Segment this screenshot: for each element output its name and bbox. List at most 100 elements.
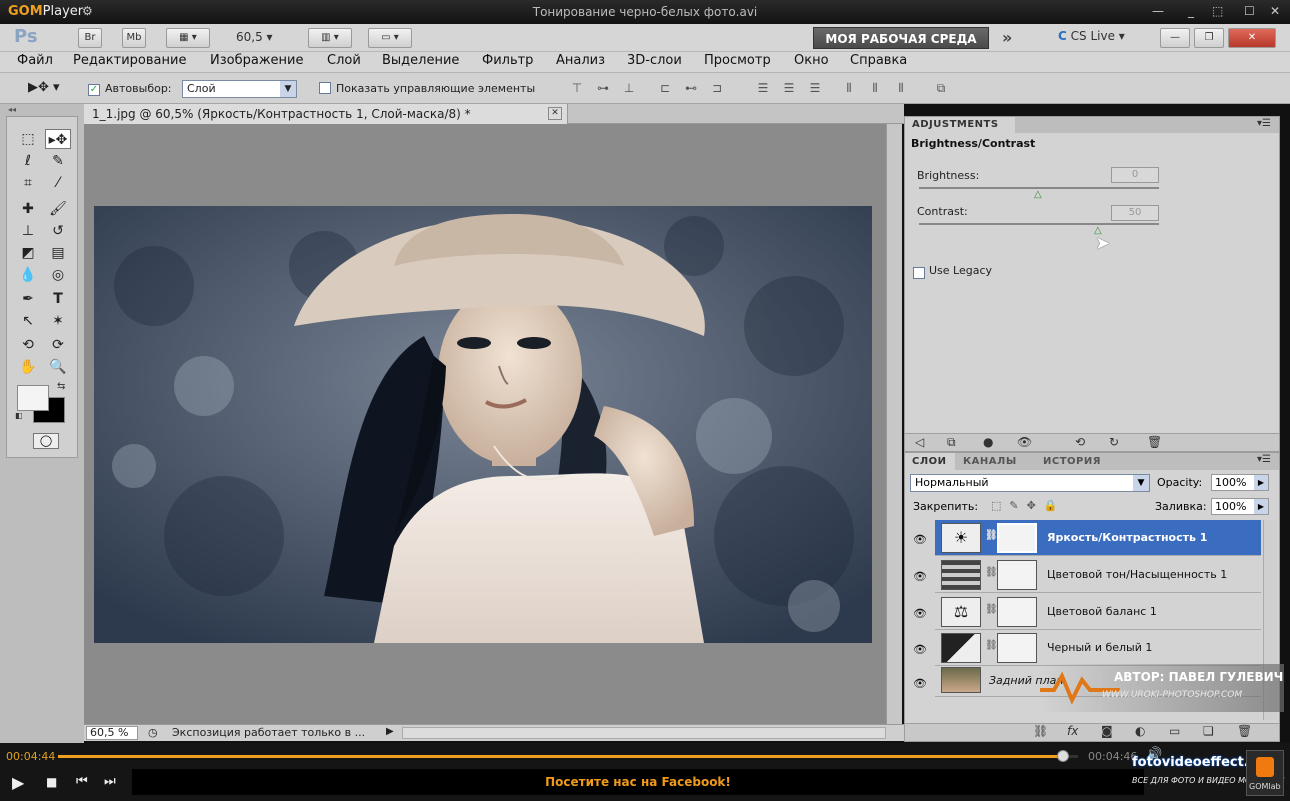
play-icon[interactable]: ▶ — [12, 773, 24, 792]
type-tool-icon[interactable]: T — [45, 289, 71, 309]
status-zoom[interactable]: 60,5 % — [86, 726, 138, 740]
visibility-eye-icon[interactable]: 👁 — [913, 677, 929, 690]
menu-layer[interactable]: Слой — [327, 53, 361, 68]
menu-help[interactable]: Справка — [850, 53, 907, 68]
minibridge-button[interactable]: Mb — [122, 28, 146, 48]
brush-tool-icon[interactable]: 🖌 — [45, 199, 71, 219]
new-adjustment-icon[interactable]: ◐ — [1135, 724, 1145, 738]
reset-icon[interactable]: ↻ — [1109, 435, 1119, 449]
workspace-more-icon[interactable]: » — [1002, 28, 1012, 47]
autoselect-dropdown[interactable]: Слой ▼ — [182, 80, 297, 98]
align-right-icon[interactable]: ⊐ — [708, 81, 726, 95]
move-tool-icon[interactable]: ▸✥ — [45, 129, 71, 149]
distribute-vcenter-icon[interactable]: ☰ — [780, 81, 798, 95]
blend-mode-dropdown[interactable]: Нормальный ▼ — [910, 474, 1150, 492]
layer-mask-thumb[interactable] — [997, 523, 1037, 553]
dodge-tool-icon[interactable]: ◎ — [45, 265, 71, 285]
lasso-tool-icon[interactable]: ℓ — [15, 151, 41, 171]
foreground-color-swatch[interactable] — [17, 385, 49, 411]
blur-tool-icon[interactable]: 💧 — [15, 265, 41, 285]
layer-row-brightness[interactable]: ☀ ⛓ Яркость/Контрастность 1 — [935, 520, 1261, 556]
tab-history[interactable]: ИСТОРИЯ — [1043, 453, 1101, 470]
menu-edit[interactable]: Редактирование — [73, 53, 186, 68]
link-layers-icon[interactable]: ⛓ — [1033, 724, 1048, 738]
next-icon[interactable]: ⏭ — [104, 774, 116, 789]
layer-row-balance[interactable]: ⚖ ⛓ Цветовой баланс 1 — [935, 594, 1261, 630]
zoom-tool-icon[interactable]: 🔍 — [45, 357, 71, 377]
brightness-slider-thumb[interactable]: △ — [1034, 189, 1042, 200]
menu-analysis[interactable]: Анализ — [556, 53, 605, 68]
path-select-tool-icon[interactable]: ↖ — [15, 311, 41, 331]
screen-mode-button[interactable]: ▭ ▾ — [368, 28, 412, 48]
use-legacy-checkbox[interactable] — [913, 264, 925, 283]
cs-live-menu[interactable]: C CS Live ▾ — [1058, 29, 1125, 43]
visibility-eye-icon[interactable]: 👁 — [913, 643, 929, 656]
eraser-tool-icon[interactable]: ◩ — [15, 243, 41, 263]
quick-select-tool-icon[interactable]: ✎ — [45, 151, 71, 171]
prev-icon[interactable]: ⏮ — [76, 774, 88, 789]
ps-restore-button[interactable]: ❐ — [1194, 28, 1224, 48]
crop-tool-icon[interactable]: ⌗ — [15, 173, 41, 193]
contrast-slider-track[interactable] — [919, 223, 1159, 225]
marquee-tool-icon[interactable]: ⬚ — [15, 129, 41, 149]
shape-tool-icon[interactable]: ✶ — [45, 311, 71, 331]
clone-stamp-tool-icon[interactable]: ⊥ — [15, 221, 41, 241]
gradient-tool-icon[interactable]: ▤ — [45, 243, 71, 263]
link-icon[interactable]: ⛓ — [985, 567, 998, 578]
menu-file[interactable]: Файл — [17, 53, 53, 68]
align-left-icon[interactable]: ⊏ — [656, 81, 674, 95]
compact-icon[interactable]: ⬚ — [1212, 4, 1223, 18]
hand-tool-icon[interactable]: ✋ — [15, 357, 41, 377]
menu-filter[interactable]: Фильтр — [482, 53, 533, 68]
move-tool-preset-icon[interactable]: ▶✥ ▾ — [28, 80, 60, 95]
auto-align-icon[interactable]: ⧉ — [932, 81, 950, 95]
link-icon[interactable]: ⛓ — [985, 604, 998, 615]
menu-select[interactable]: Выделение — [382, 53, 459, 68]
new-group-icon[interactable]: ▭ — [1169, 724, 1180, 738]
align-bottom-icon[interactable]: ⊥ — [620, 81, 638, 95]
layer-mask-thumb[interactable] — [997, 560, 1037, 590]
minimize-icon[interactable]: _ — [1188, 4, 1194, 18]
align-hcenter-icon[interactable]: ⊷ — [682, 81, 700, 95]
brightness-input[interactable]: 0 — [1111, 167, 1159, 183]
link-icon[interactable]: ⛓ — [985, 530, 998, 541]
close-icon[interactable]: ✕ — [1270, 4, 1280, 18]
canvas-horizontal-scrollbar[interactable] — [402, 727, 886, 739]
stop-icon[interactable]: ■ — [46, 775, 57, 789]
align-vcenter-icon[interactable]: ⊶ — [594, 81, 612, 95]
swap-colors-icon[interactable]: ⇆ — [57, 381, 65, 392]
distribute-left-icon[interactable]: ⫴ — [840, 81, 858, 95]
ps-close-button[interactable]: ✕ — [1228, 28, 1276, 48]
visibility-eye-icon[interactable]: 👁 — [913, 533, 929, 546]
panel-menu-icon[interactable]: ▾☰ — [1257, 118, 1271, 129]
status-menu-arrow-icon[interactable]: ▶ — [386, 726, 394, 737]
distribute-right-icon[interactable]: ⫴ — [892, 81, 910, 95]
expand-view-icon[interactable]: ⧉ — [947, 435, 956, 450]
menu-window[interactable]: Окно — [794, 53, 829, 68]
fx-icon[interactable]: fx — [1067, 724, 1078, 738]
arrange-button[interactable]: ▥ ▾ — [308, 28, 352, 48]
fill-input[interactable]: 100% ▶ — [1211, 498, 1269, 515]
delete-layer-icon[interactable]: 🗑 — [1237, 724, 1252, 738]
seek-thumb[interactable] — [1056, 750, 1069, 762]
document-close-icon[interactable]: ✕ — [548, 107, 562, 120]
back-icon[interactable]: ◁ — [915, 435, 924, 449]
new-layer-icon[interactable]: ❏ — [1203, 724, 1214, 738]
visibility-icon[interactable]: 👁 — [1017, 435, 1032, 449]
tab-channels[interactable]: КАНАЛЫ — [963, 453, 1017, 470]
history-brush-tool-icon[interactable]: ↺ — [45, 221, 71, 241]
maximize-icon[interactable]: ☐ — [1244, 4, 1255, 18]
add-mask-icon[interactable]: ◙ — [1101, 724, 1113, 738]
healing-brush-tool-icon[interactable]: ✚ — [15, 199, 41, 219]
layer-row-bw[interactable]: ⛓ Черный и белый 1 — [935, 630, 1261, 666]
3d-rotate-tool-icon[interactable]: ⟲ — [15, 335, 41, 355]
adjustments-tab[interactable]: ADJUSTMENTS — [905, 117, 1015, 133]
ps-minimize-button[interactable]: — — [1160, 28, 1190, 48]
layers-menu-icon[interactable]: ▾☰ — [1257, 454, 1271, 465]
menu-view[interactable]: Просмотр — [704, 53, 771, 68]
trash-icon[interactable]: 🗑 — [1147, 435, 1162, 449]
visibility-eye-icon[interactable]: 👁 — [913, 607, 929, 620]
layer-mask-thumb[interactable] — [997, 633, 1037, 663]
layer-row-hue[interactable]: ⛓ Цветовой тон/Насыщенность 1 — [935, 557, 1261, 593]
workspace-button[interactable]: МОЯ РАБОЧАЯ СРЕДА — [813, 27, 989, 49]
